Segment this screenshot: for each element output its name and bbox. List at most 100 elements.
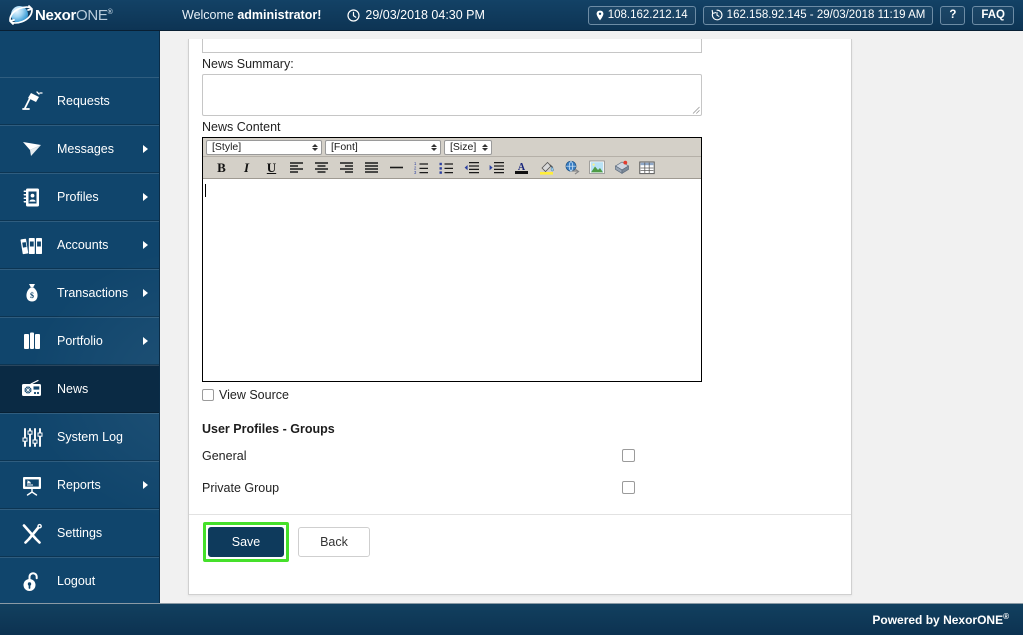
welcome-username: administrator!: [237, 8, 322, 22]
sidebar-item-label: News: [57, 382, 89, 396]
chevron-right-icon: [143, 337, 148, 345]
last-login-badge[interactable]: 162.158.92.145 - 29/03/2018 11:19 AM: [702, 5, 934, 25]
clock-icon: [347, 8, 360, 22]
group-row-private[interactable]: Private Group: [202, 475, 838, 500]
size-select-value: [Size]: [450, 141, 477, 153]
svg-text:$: $: [30, 291, 34, 300]
datetime-text: 29/03/2018 04:30 PM: [365, 8, 485, 22]
desk-lamp-icon: [15, 86, 49, 116]
font-select[interactable]: [Font]: [325, 139, 441, 155]
resize-grip-icon: [692, 106, 700, 114]
presentation-icon: [15, 470, 49, 500]
location-pin-icon: [596, 10, 604, 20]
insert-table-icon[interactable]: [634, 158, 659, 178]
group-row-general[interactable]: General: [202, 443, 838, 468]
rich-text-editor: [Style] [Font] [Size] B I U 1 2 3 A: [202, 137, 702, 382]
main-content-area: News Summary: News Content [Style] [Font…: [160, 31, 1023, 603]
sidebar-item-profiles[interactable]: Profiles: [0, 173, 159, 221]
group-checkbox-general[interactable]: [622, 449, 635, 462]
align-right-icon[interactable]: [334, 158, 359, 178]
bold-icon[interactable]: B: [209, 158, 234, 178]
insert-flash-icon[interactable]: [609, 158, 634, 178]
footer-sidebar-block: [0, 603, 160, 635]
welcome-message: Welcome administrator!: [182, 8, 321, 22]
chevron-right-icon: [143, 193, 148, 201]
radio-icon: [15, 374, 49, 404]
align-center-icon[interactable]: [309, 158, 334, 178]
style-select[interactable]: [Style]: [206, 139, 322, 155]
horizontal-rule-icon[interactable]: [384, 158, 409, 178]
group-name: Private Group: [202, 480, 280, 495]
italic-icon[interactable]: I: [234, 158, 259, 178]
page-footer: Powered by NexorONE®: [0, 603, 1023, 635]
brand-wordmark: NexorONE®: [35, 8, 113, 23]
sidebar-item-label: Logout: [57, 574, 96, 588]
news-summary-textarea[interactable]: [202, 74, 702, 116]
sidebar-item-accounts[interactable]: Accounts: [0, 221, 159, 269]
spinner-arrows-icon: [480, 141, 489, 154]
unordered-list-icon[interactable]: [434, 158, 459, 178]
insert-link-icon[interactable]: [559, 158, 584, 178]
footer-powered-by: Powered by NexorONE®: [872, 612, 1023, 627]
sidebar-item-transactions[interactable]: $ Transactions: [0, 269, 159, 317]
sidebar-item-reports[interactable]: Reports: [0, 461, 159, 509]
news-summary-label: News Summary:: [202, 57, 294, 71]
align-justify-icon[interactable]: [359, 158, 384, 178]
underline-icon[interactable]: U: [259, 158, 284, 178]
last-login-text: 162.158.92.145 - 29/03/2018 11:19 AM: [726, 9, 926, 21]
sidebar-item-label: Profiles: [57, 190, 99, 204]
footer-registered-mark: ®: [1003, 612, 1009, 621]
svg-text:3: 3: [414, 170, 417, 174]
news-title-input[interactable]: [202, 39, 702, 53]
view-source-checkbox[interactable]: [202, 389, 214, 401]
sidebar-item-label: Portfolio: [57, 334, 103, 348]
help-button[interactable]: ?: [940, 5, 966, 25]
editor-content-area[interactable]: [203, 179, 701, 381]
faq-button[interactable]: FAQ: [972, 5, 1014, 25]
app-root: NexorONE® Welcome administrator! 29/03/2…: [0, 0, 1023, 635]
highlight-color-icon[interactable]: [534, 158, 559, 178]
insert-image-icon[interactable]: [584, 158, 609, 178]
sidebar-item-label: Accounts: [57, 238, 109, 252]
font-color-icon[interactable]: A: [509, 158, 534, 178]
sidebar-item-settings[interactable]: Settings: [0, 509, 159, 557]
tools-icon: [15, 518, 49, 548]
sidebar-item-logout[interactable]: Logout: [0, 557, 159, 603]
sidebar-item-system-log[interactable]: System Log: [0, 413, 159, 461]
spinner-arrows-icon: [310, 141, 319, 154]
chevron-right-icon: [143, 145, 148, 153]
faq-label: FAQ: [981, 9, 1005, 21]
sidebar-item-requests[interactable]: Requests: [0, 77, 159, 125]
group-name: General: [202, 448, 247, 463]
save-button-label: Save: [231, 535, 261, 549]
size-select[interactable]: [Size]: [444, 139, 492, 155]
briefcase-icon: [15, 326, 49, 356]
client-ip-badge[interactable]: 108.162.212.14: [587, 5, 696, 25]
editor-toolbar: B I U 1 2 3 A: [203, 157, 701, 179]
sidebar-item-portfolio[interactable]: Portfolio: [0, 317, 159, 365]
save-button[interactable]: Save: [208, 527, 284, 557]
view-source-row[interactable]: View Source: [202, 388, 838, 402]
ordered-list-icon[interactable]: 1 2 3: [409, 158, 434, 178]
nexor-orb-icon: [8, 3, 34, 27]
news-content-label: News Content: [202, 120, 281, 134]
group-checkbox-private-group[interactable]: [622, 481, 635, 494]
indent-decrease-icon[interactable]: [459, 158, 484, 178]
user-profiles-groups-title: User Profiles - Groups: [202, 422, 335, 436]
current-datetime: 29/03/2018 04:30 PM: [347, 8, 485, 22]
indent-increase-icon[interactable]: [484, 158, 509, 178]
sidebar-item-label: Transactions: [57, 286, 129, 300]
sliders-icon: [15, 422, 49, 452]
back-button-label: Back: [320, 535, 348, 549]
align-left-icon[interactable]: [284, 158, 309, 178]
back-button[interactable]: Back: [298, 527, 370, 557]
sidebar-item-news[interactable]: News: [0, 365, 159, 413]
brand-logo[interactable]: NexorONE®: [0, 0, 160, 31]
unlock-icon: [15, 566, 49, 596]
font-select-value: [Font]: [331, 141, 358, 153]
editor-dropdown-row: [Style] [Font] [Size]: [203, 138, 701, 157]
sidebar-item-messages[interactable]: Messages: [0, 125, 159, 173]
binders-icon: [15, 230, 49, 260]
sidebar-item-label: Messages: [57, 142, 114, 156]
brand-name-main: Nexor: [35, 6, 77, 24]
